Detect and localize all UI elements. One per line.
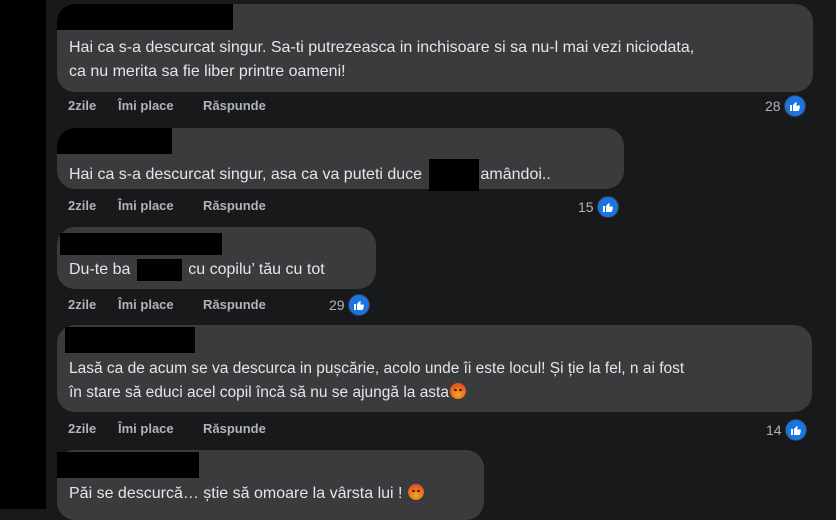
reply-button[interactable]: Răspunde: [203, 198, 266, 213]
like-button[interactable]: Îmi place: [118, 98, 174, 113]
reaction-count: 14: [766, 422, 782, 438]
angry-emoji-icon: [407, 484, 424, 500]
angry-emoji-icon: [450, 383, 466, 399]
left-redaction-bar: [0, 0, 46, 509]
thumbs-up-icon: [783, 95, 806, 117]
thumbs-up-icon: [596, 196, 619, 218]
comment-text-line: Lasă ca de acum se va descurca in pușcăr…: [69, 360, 685, 377]
like-button[interactable]: Îmi place: [118, 421, 174, 436]
comment-text-line-with-emoji: în stare să educi acel copil încă să nu …: [69, 381, 800, 405]
comment-text-with-emoji: Păi se descurcă… știe să omoare la vârst…: [69, 482, 472, 506]
redacted-word: [136, 258, 182, 281]
comment-bubble-2: Hai ca s-a descurcat singur, asa ca va p…: [57, 128, 624, 191]
comment-text-part: în stare să educi acel copil încă să nu …: [69, 384, 449, 401]
timestamp[interactable]: 2zile: [68, 198, 96, 213]
reaction-count-4[interactable]: 14: [766, 419, 807, 441]
comment-text-part: Păi se descurcă… știe să omoare la vârst…: [69, 485, 403, 502]
comment-text-part: Du-te ba: [69, 261, 131, 278]
comment-text-part: cu copilu’ tău cu tot: [188, 261, 325, 278]
comment-text-part: Hai ca s-a descurcat singur, asa ca va p…: [69, 166, 423, 184]
thumbs-up-icon: [784, 419, 807, 441]
reply-button[interactable]: Răspunde: [203, 297, 266, 312]
reaction-count-1[interactable]: 28: [765, 95, 806, 117]
redacted-author-name: [57, 4, 233, 30]
comment-text-part: amândoi..: [480, 166, 551, 184]
comment-bubble-4: Lasă ca de acum se va descurca in pușcăr…: [57, 325, 812, 412]
redacted-author-name: [57, 128, 172, 154]
like-button[interactable]: Îmi place: [118, 198, 174, 213]
comment-text: Du-te ba cu copilu’ tău cu tot: [69, 258, 364, 282]
reaction-count-2[interactable]: 15: [578, 196, 619, 218]
redacted-author-name: [60, 233, 222, 255]
comment-bubble-1: Hai ca s-a descurcat singur. Sa-ti putre…: [57, 4, 813, 92]
reply-button[interactable]: Răspunde: [203, 98, 266, 113]
comment-text-line: ca nu merita sa fie liber printre oameni…: [69, 63, 346, 80]
reaction-count-3[interactable]: 29: [329, 294, 370, 316]
like-button[interactable]: Îmi place: [118, 297, 174, 312]
comment-text-line: Hai ca s-a descurcat singur. Sa-ti putre…: [69, 39, 695, 56]
reply-button[interactable]: Răspunde: [203, 421, 266, 436]
redacted-word: [428, 159, 479, 191]
thumbs-up-icon: [347, 294, 370, 316]
reaction-count: 15: [578, 199, 594, 215]
reaction-count: 28: [765, 98, 781, 114]
timestamp[interactable]: 2zile: [68, 98, 96, 113]
timestamp[interactable]: 2zile: [68, 297, 96, 312]
redacted-author-name: [57, 452, 199, 478]
redacted-author-name: [65, 327, 195, 353]
comment-bubble-5: Păi se descurcă… știe să omoare la vârst…: [57, 450, 484, 520]
reaction-count: 29: [329, 297, 345, 313]
comment-bubble-3: Du-te ba cu copilu’ tău cu tot: [57, 227, 376, 289]
timestamp[interactable]: 2zile: [68, 421, 96, 436]
comment-text: Hai ca s-a descurcat singur, asa ca va p…: [69, 159, 612, 191]
